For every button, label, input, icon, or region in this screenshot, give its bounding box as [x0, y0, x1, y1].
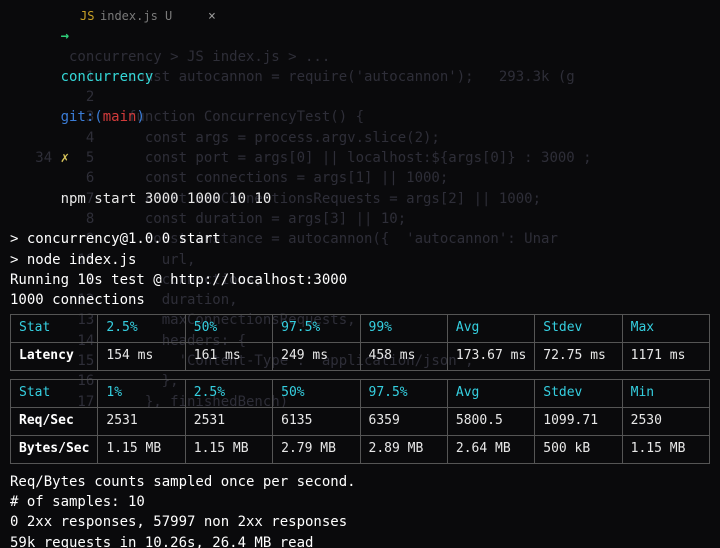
cell: 1099.71: [535, 407, 622, 435]
prompt-git-close: ): [136, 109, 144, 125]
shell-prompt[interactable]: → concurrency git:(main) ✗ npm start 300…: [10, 6, 710, 229]
cell: 2530: [622, 407, 709, 435]
cell: 458 ms: [360, 343, 447, 371]
footer-line: # of samples: 10: [10, 492, 710, 512]
cell: 2531: [185, 407, 272, 435]
col-header: Stat: [11, 380, 98, 408]
cell: 1171 ms: [622, 343, 709, 371]
output-line: > concurrency@1.0.0 start: [10, 229, 710, 249]
col-header: 2.5%: [185, 380, 272, 408]
col-header: 99%: [360, 315, 447, 343]
cell: 2.64 MB: [447, 435, 534, 463]
cell: 1.15 MB: [622, 435, 709, 463]
cell: 1.15 MB: [98, 435, 185, 463]
command-text: npm start 3000 1000 10 10: [61, 191, 272, 207]
table-row: Req/Sec 2531 2531 6135 6359 5800.5 1099.…: [11, 407, 710, 435]
row-label: Latency: [11, 343, 98, 371]
col-header: Min: [622, 380, 709, 408]
output-line: > node index.js: [10, 250, 710, 270]
cell: 6135: [273, 407, 360, 435]
col-header: 97.5%: [360, 380, 447, 408]
footer-line: 59k requests in 10.26s, 26.4 MB read: [10, 533, 710, 548]
table-row: Bytes/Sec 1.15 MB 1.15 MB 2.79 MB 2.89 M…: [11, 435, 710, 463]
footer-line: 0 2xx responses, 57997 non 2xx responses: [10, 512, 710, 532]
col-header: 50%: [273, 380, 360, 408]
row-label: Req/Sec: [11, 407, 98, 435]
cell: 2.79 MB: [273, 435, 360, 463]
cell: 2531: [98, 407, 185, 435]
throughput-table: Stat 1% 2.5% 50% 97.5% Avg Stdev Min Req…: [10, 379, 710, 464]
latency-table: Stat 2.5% 50% 97.5% 99% Avg Stdev Max La…: [10, 314, 710, 371]
cell: 161 ms: [185, 343, 272, 371]
col-header: 50%: [185, 315, 272, 343]
col-header: 2.5%: [98, 315, 185, 343]
cell: 1.15 MB: [185, 435, 272, 463]
cell: 500 kB: [535, 435, 622, 463]
row-label: Bytes/Sec: [11, 435, 98, 463]
col-header: Stdev: [535, 380, 622, 408]
dirty-icon: ✗: [61, 150, 69, 166]
cell: 2.89 MB: [360, 435, 447, 463]
terminal-window: concurrency > JS index.js > ... 1 const …: [0, 0, 720, 548]
prompt-arrow-icon: →: [61, 28, 69, 44]
cell: 72.75 ms: [535, 343, 622, 371]
col-header: Avg: [447, 380, 534, 408]
col-header: Avg: [447, 315, 534, 343]
cell: 5800.5: [447, 407, 534, 435]
table-row: Latency 154 ms 161 ms 249 ms 458 ms 173.…: [11, 343, 710, 371]
prompt-branch: main: [103, 109, 137, 125]
prompt-git-label: git:(: [61, 109, 103, 125]
cell: 173.67 ms: [447, 343, 534, 371]
col-header: 1%: [98, 380, 185, 408]
prompt-project: concurrency: [61, 69, 154, 85]
cell: 6359: [360, 407, 447, 435]
col-header: Stat: [11, 315, 98, 343]
col-header: Max: [622, 315, 709, 343]
cell: 154 ms: [98, 343, 185, 371]
output-line: 1000 connections: [10, 290, 710, 310]
col-header: Stdev: [535, 315, 622, 343]
col-header: 97.5%: [273, 315, 360, 343]
footer-line: Req/Bytes counts sampled once per second…: [10, 472, 710, 492]
output-line: Running 10s test @ http://localhost:3000: [10, 270, 710, 290]
cell: 249 ms: [273, 343, 360, 371]
